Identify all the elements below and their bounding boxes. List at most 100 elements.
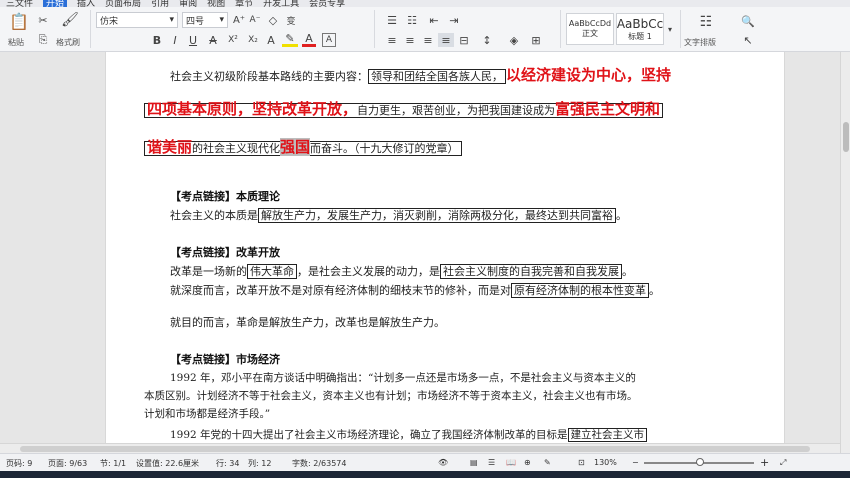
text: 改革是一场新的: [170, 265, 247, 278]
text: 。: [622, 265, 633, 278]
paragraph-line: 谐美丽的社会主义现代化强国而奋斗。（十九大修订的党章）: [144, 136, 462, 157]
format-painter-icon[interactable]: 🖌: [60, 10, 80, 30]
align-right-icon[interactable]: ≡: [420, 33, 436, 47]
font-size-select[interactable]: 四号 ▾: [182, 12, 228, 28]
section-indicator[interactable]: 节: 1/1: [100, 458, 126, 469]
grow-font-icon[interactable]: A⁺: [232, 13, 246, 27]
paste-label[interactable]: 粘贴: [8, 37, 24, 48]
fullscreen-icon[interactable]: ⤢: [780, 458, 786, 468]
shrink-font-icon[interactable]: A⁻: [248, 13, 262, 27]
section-heading: 【考点链接】改革开放: [170, 246, 280, 259]
text: 而奋斗。（十九大修订的党章）: [310, 142, 459, 155]
text-layout-label[interactable]: 文字排版: [684, 37, 716, 48]
zoom-slider-knob[interactable]: [696, 458, 704, 466]
menu-item[interactable]: 引用: [151, 0, 169, 7]
text: 社会主义的本质是: [170, 209, 258, 222]
superscript-button[interactable]: X²: [224, 33, 242, 47]
highlight-text: 以经济建设为中心，坚持: [506, 66, 672, 84]
menu-item[interactable]: 页面布局: [105, 0, 141, 7]
style-h1-preview: AaBbCc: [616, 16, 664, 31]
boxed-text: 解放生产力，发展生产力，消灭剥削，消除两极分化，最终达到共同富裕: [258, 208, 616, 223]
styles-more-icon[interactable]: ▾: [666, 17, 674, 41]
menu-item[interactable]: 审阅: [179, 0, 197, 7]
format-painter-label[interactable]: 格式刷: [56, 37, 80, 48]
italic-button[interactable]: I: [168, 33, 182, 47]
numbered-list-icon[interactable]: ☷: [404, 13, 420, 27]
highlight-text: 谐美丽: [147, 138, 193, 156]
shading-icon[interactable]: ◈: [506, 33, 522, 47]
strikethrough-button[interactable]: A: [206, 33, 220, 47]
font-name-select[interactable]: 仿宋 ▾: [96, 12, 178, 28]
line-spacing-icon[interactable]: ↕: [478, 33, 496, 47]
highlight-text: 富强民主文明和: [555, 100, 661, 118]
indent-increase-icon[interactable]: ⇥: [446, 13, 462, 27]
font-color-button[interactable]: A: [302, 32, 316, 47]
borders-icon[interactable]: ⊞: [528, 33, 544, 47]
text: 社会主义初级阶段基本路线的主要内容：: [170, 70, 368, 83]
highlight-button[interactable]: ✎: [282, 32, 298, 47]
zoom-out-icon[interactable]: −: [632, 458, 639, 467]
clear-format-icon[interactable]: ◇: [266, 13, 280, 27]
word-count[interactable]: 字数: 2/63574: [292, 458, 346, 469]
page-view-icon[interactable]: ▤: [470, 458, 478, 467]
reading-view-icon[interactable]: 📖: [506, 458, 516, 467]
boxed-text: 伟大革命: [247, 264, 297, 279]
align-left-icon[interactable]: ≡: [384, 33, 400, 47]
position-indicator[interactable]: 设置值: 22.6厘米: [136, 458, 199, 469]
selected-text: 强国: [280, 138, 311, 156]
menu-item[interactable]: 开始: [43, 0, 68, 7]
zoom-in-icon[interactable]: +: [760, 456, 769, 469]
style-normal[interactable]: AaBbCcDd 正文: [566, 13, 614, 45]
eye-icon[interactable]: 👁: [438, 458, 448, 467]
section-heading: 【考点链接】市场经济: [170, 353, 280, 366]
menu-item[interactable]: 开发工具: [263, 0, 299, 7]
phonetic-icon[interactable]: 变: [284, 13, 298, 27]
ribbon-toolbar: 📋 粘贴 ✂ ⎘ 🖌 格式刷 仿宋 ▾ 四号 ▾ A⁺ A⁻ ◇ 变 B I U A…: [0, 7, 850, 52]
row-indicator: 行: 34: [216, 459, 240, 468]
pen-icon[interactable]: ✎: [544, 458, 551, 467]
menu-item[interactable]: 插入: [77, 0, 95, 7]
vertical-scrollbar[interactable]: [840, 52, 850, 453]
menu-bar: 三文件 开始 插入 页面布局 引用 审阅 视图 章节 开发工具 会员专享: [0, 0, 850, 7]
chevron-down-icon: ▾: [169, 15, 174, 25]
subscript-button[interactable]: X₂: [244, 33, 262, 47]
find-icon[interactable]: 🔍: [740, 13, 756, 29]
text: ，是社会主义发展的动力，是: [297, 265, 440, 278]
underline-button[interactable]: U: [186, 33, 200, 47]
col-indicator: 列: 12: [248, 459, 272, 468]
page-number[interactable]: 页码: 9: [6, 458, 32, 469]
style-h1-label: 标题 1: [628, 31, 652, 41]
text: 1992 年党的十四大提出了社会主义市场经济理论，确立了我国经济体制改革的目标是: [170, 429, 568, 441]
highlight-text: 四项基本原则，坚持改革开放，: [147, 100, 358, 118]
web-view-icon[interactable]: ⊕: [524, 458, 531, 467]
align-center-icon[interactable]: ≡: [402, 33, 418, 47]
menu-item[interactable]: 三文件: [6, 0, 33, 7]
bullet-list-icon[interactable]: ☰: [384, 13, 400, 27]
bold-button[interactable]: B: [150, 33, 164, 47]
page-count[interactable]: 页面: 9/63: [48, 458, 87, 469]
text: 就深度而言，改革开放不是对原有经济体制的细枝末节的修补，而是对: [170, 284, 511, 297]
style-heading1[interactable]: AaBbCc 标题 1: [616, 13, 664, 45]
indent-decrease-icon[interactable]: ⇤: [426, 13, 442, 27]
menu-item[interactable]: 章节: [235, 0, 253, 7]
menu-item[interactable]: 会员专享: [309, 0, 345, 7]
paragraph-line: 改革是一场新的 伟大革命 ，是社会主义发展的动力，是 社会主义制度的自我完善和自我发展…: [170, 263, 633, 279]
scroll-thumb[interactable]: [20, 446, 810, 452]
text-layout-icon[interactable]: ☷: [696, 13, 716, 31]
fit-icon[interactable]: ⊡: [578, 458, 585, 467]
horizontal-scrollbar[interactable]: [0, 443, 840, 453]
document-page[interactable]: 社会主义初级阶段基本路线的主要内容： 领导和团结全国各族人民， 以经济建设为中心，坚…: [105, 52, 785, 453]
text-effect-button[interactable]: A: [264, 33, 278, 47]
status-bar: 页码: 9 页面: 9/63 节: 1/1 设置值: 22.6厘米 行: 34 …: [0, 453, 850, 471]
cut-icon[interactable]: ✂: [36, 13, 50, 27]
zoom-level[interactable]: 130%: [594, 458, 617, 467]
menu-item[interactable]: 视图: [207, 0, 225, 7]
scroll-thumb[interactable]: [843, 122, 849, 152]
distribute-icon[interactable]: ⊟: [456, 33, 472, 47]
outline-view-icon[interactable]: ☰: [488, 458, 495, 467]
select-icon[interactable]: ↖: [740, 33, 756, 47]
paste-icon[interactable]: 📋: [8, 10, 30, 32]
char-border-button[interactable]: A: [322, 33, 336, 47]
justify-icon[interactable]: ≡: [438, 33, 454, 47]
copy-icon[interactable]: ⎘: [36, 33, 50, 47]
